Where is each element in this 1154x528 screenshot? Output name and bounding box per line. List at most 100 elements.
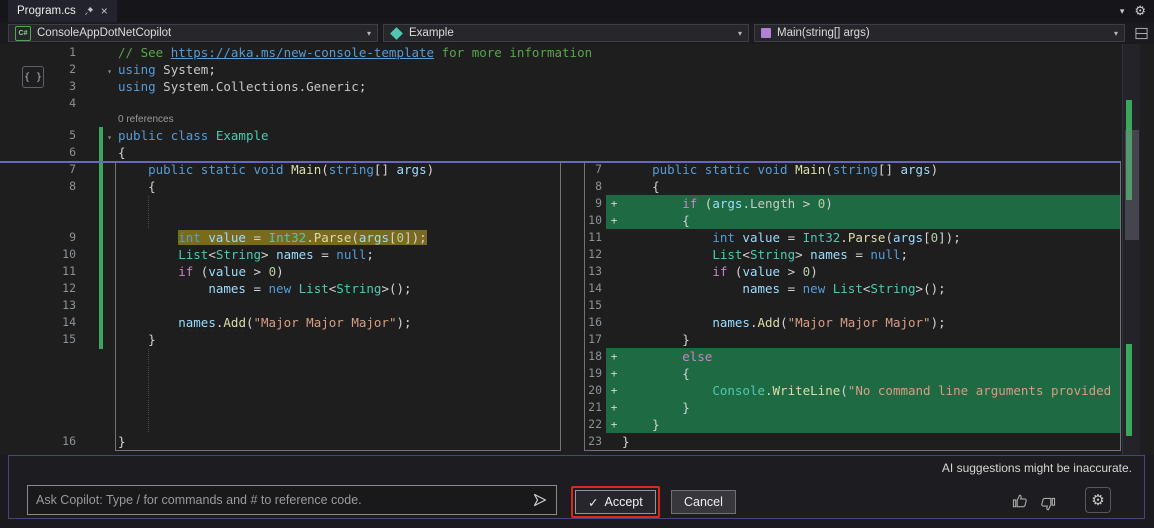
diff-right-line[interactable]: + } — [606, 399, 1121, 416]
close-icon[interactable]: × — [101, 5, 108, 17]
thumbs-down-icon[interactable] — [1039, 495, 1057, 513]
project-dropdown-label: ConsoleAppDotNetCopilot — [37, 27, 171, 39]
code-editor[interactable]: 1 // See https://aka.ms/new-console-templ… — [0, 44, 1154, 455]
diff-right-line[interactable] — [606, 297, 1121, 314]
diff-right-line[interactable]: + Console.WriteLine("No command line arg… — [606, 382, 1121, 399]
code-line-content: } — [622, 433, 1121, 450]
accept-button[interactable]: ✓ Accept — [575, 490, 656, 514]
tab-program-cs[interactable]: Program.cs × — [8, 0, 117, 22]
line-number: 8 — [584, 178, 606, 195]
code-line: 4 — [0, 95, 1154, 112]
project-dropdown[interactable]: C# ConsoleAppDotNetCopilot ▾ — [8, 24, 378, 42]
diff-row: 20+ Console.WriteLine("No command line a… — [0, 382, 1154, 399]
diff-right-line[interactable]: + if (args.Length > 0) — [606, 195, 1121, 212]
split-view-icon[interactable] — [1135, 27, 1148, 40]
code-line-content: } — [622, 331, 1121, 348]
pane-gap — [561, 195, 584, 212]
added-line-marker — [606, 263, 622, 280]
fold-chevron-icon[interactable]: ▾ — [107, 133, 112, 142]
fold-margin: ▾ — [76, 61, 115, 78]
chevron-down-icon: ▾ — [738, 29, 742, 38]
pane-gap — [561, 178, 584, 195]
diff-left-line[interactable]: } — [115, 331, 561, 348]
diff-left-line[interactable] — [115, 382, 561, 399]
added-line-marker — [606, 161, 622, 178]
diff-right-line[interactable]: + } — [606, 416, 1121, 433]
accept-highlight-annotation: ✓ Accept — [571, 486, 660, 518]
code-line-content[interactable]: { — [115, 144, 1154, 161]
diff-left-line[interactable]: int value = Int32.Parse(args[0]); — [115, 229, 561, 246]
pane-gap — [561, 433, 584, 450]
diff-right-line[interactable]: names.Add("Major Major Major"); — [606, 314, 1121, 331]
type-dropdown[interactable]: Example ▾ — [383, 24, 749, 42]
code-line-content[interactable]: using System.Collections.Generic; — [115, 78, 1154, 95]
diff-right-line[interactable]: if (value > 0) — [606, 263, 1121, 280]
cancel-button[interactable]: Cancel — [671, 490, 736, 514]
code-line: 3using System.Collections.Generic; — [0, 78, 1154, 95]
code-line-content[interactable] — [115, 95, 1154, 112]
code-line-content: names = new List<String>(); — [622, 280, 1121, 297]
diff-left-line[interactable]: List<String> names = null; — [115, 246, 561, 263]
diff-left-line[interactable]: } — [115, 433, 561, 450]
diff-right-line[interactable]: + { — [606, 212, 1121, 229]
diff-left-line[interactable]: names.Add("Major Major Major"); — [115, 314, 561, 331]
send-icon[interactable] — [524, 492, 556, 508]
diff-left-line[interactable] — [115, 195, 561, 212]
diff-right-line[interactable]: names = new List<String>(); — [606, 280, 1121, 297]
fold-margin — [76, 178, 115, 195]
diff-left-line[interactable] — [115, 365, 561, 382]
copilot-prompt-input[interactable] — [28, 493, 524, 507]
line-number: 1 — [0, 44, 76, 61]
line-number: 17 — [584, 331, 606, 348]
line-number: 20 — [584, 382, 606, 399]
diff-left-line[interactable]: public static void Main(string[] args) — [115, 161, 561, 178]
line-number: 21 — [584, 399, 606, 416]
diff-right-line[interactable]: List<String> names = null; — [606, 246, 1121, 263]
line-number: 13 — [0, 297, 76, 314]
member-dropdown[interactable]: Main(string[] args) ▾ — [754, 24, 1125, 42]
diff-left-line[interactable]: if (value > 0) — [115, 263, 561, 280]
code-line-content[interactable]: // See https://aka.ms/new-console-templa… — [115, 44, 1154, 61]
navigation-bar: C# ConsoleAppDotNetCopilot ▾ Example ▾ M… — [0, 22, 1154, 44]
pane-gap — [561, 314, 584, 331]
line-number: 6 — [0, 144, 76, 161]
diff-left-line[interactable] — [115, 416, 561, 433]
thumbs-up-icon[interactable] — [1011, 492, 1029, 510]
line-number: 12 — [584, 246, 606, 263]
added-line-marker — [606, 229, 622, 246]
diff-right-line[interactable]: + { — [606, 365, 1121, 382]
code-line-content[interactable]: public class Example — [115, 127, 1154, 144]
diff-left-line[interactable] — [115, 348, 561, 365]
diff-left-line[interactable] — [115, 297, 561, 314]
scrollbar-thumb[interactable] — [1125, 130, 1139, 240]
pin-icon[interactable] — [83, 6, 94, 17]
settings-gear-icon[interactable]: ⚙ — [1085, 487, 1111, 513]
diff-left-line[interactable]: { — [115, 178, 561, 195]
vertical-scrollbar[interactable] — [1122, 44, 1140, 455]
added-line-marker: + — [606, 195, 622, 212]
diff-right-line[interactable]: } — [606, 433, 1121, 450]
diff-right-line[interactable]: int value = Int32.Parse(args[0]); — [606, 229, 1121, 246]
line-number: 16 — [584, 314, 606, 331]
diff-left-line[interactable] — [115, 399, 561, 416]
diff-right-line[interactable]: } — [606, 331, 1121, 348]
line-number: 9 — [0, 229, 76, 246]
line-number: 13 — [584, 263, 606, 280]
diff-right-line[interactable]: { — [606, 178, 1121, 195]
diff-left-line[interactable] — [115, 212, 561, 229]
accept-label: Accept — [604, 495, 642, 509]
line-number: 23 — [584, 433, 606, 450]
copilot-inline-chat-panel: AI suggestions might be inaccurate. ✓ Ac… — [8, 455, 1145, 519]
fold-chevron-icon[interactable]: ▾ — [107, 67, 112, 76]
diff-right-line[interactable]: public static void Main(string[] args) — [606, 161, 1121, 178]
added-line-marker: + — [606, 399, 622, 416]
edit-suggestion-margin-icon[interactable]: { } — [22, 66, 44, 88]
codelens-references[interactable]: 0 references — [115, 112, 174, 127]
diff-left-line[interactable]: names = new List<String>(); — [115, 280, 561, 297]
code-line-content[interactable]: using System; — [115, 61, 1154, 78]
settings-gear-icon[interactable]: ⚙ — [1134, 3, 1146, 19]
chevron-down-icon[interactable]: ▾ — [1120, 6, 1125, 17]
diff-right-line[interactable]: + else — [606, 348, 1121, 365]
added-line-marker — [606, 433, 622, 450]
line-number: 11 — [584, 229, 606, 246]
